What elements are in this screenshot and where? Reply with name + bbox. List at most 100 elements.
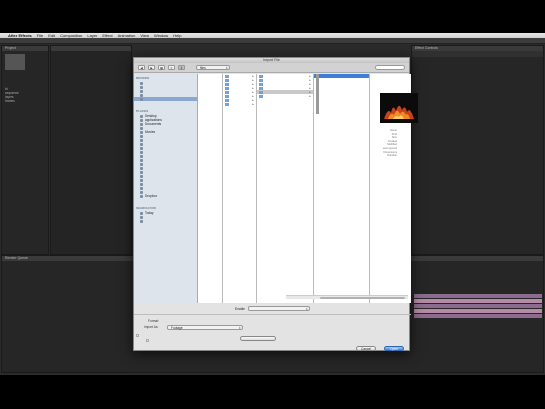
window-title <box>0 38 545 44</box>
folder-icon <box>140 174 143 178</box>
column-item[interactable] <box>198 174 222 178</box>
tab-render-queue[interactable]: Render Queue <box>5 256 28 261</box>
clock-icon <box>140 219 143 223</box>
fire-icon <box>380 93 418 123</box>
checkbox[interactable] <box>136 333 139 337</box>
horizontal-scrollbar[interactable] <box>286 295 408 299</box>
sequence-checkbox[interactable] <box>136 333 141 337</box>
folder-icon <box>140 146 143 150</box>
sidebar-item-selected[interactable] <box>134 97 197 101</box>
drive-icon <box>140 81 143 85</box>
folder-icon <box>140 166 143 170</box>
file-icon <box>316 98 319 102</box>
enable-row: Enable <box>134 303 411 314</box>
icon-view-button[interactable]: ▦ <box>158 65 165 70</box>
file-icon <box>316 74 319 78</box>
file-icon <box>316 82 319 86</box>
folder-icon <box>140 162 143 166</box>
forward-button[interactable]: ▶ <box>148 65 155 70</box>
folder-icon <box>140 142 143 146</box>
effect-row[interactable] <box>412 77 543 81</box>
file-preview-pane: Name Kind Size Created Modified Last ope… <box>370 74 418 303</box>
import-as-label: Import As: <box>144 325 159 329</box>
file-icon <box>316 78 319 82</box>
drive-icon <box>140 93 143 97</box>
finder-column-2: ▸ ▸ ▸ ▸ ▸ ▸ ▸ ▸ <box>223 74 257 303</box>
folder-icon <box>140 130 143 134</box>
folder-icon <box>140 118 143 122</box>
letterbox-bottom <box>0 375 545 409</box>
project-panel-columns <box>50 45 132 255</box>
layer-bar[interactable] <box>414 304 542 308</box>
folder-icon <box>140 138 143 142</box>
import-folder-button[interactable] <box>240 336 276 341</box>
preview-thumbnail <box>380 93 418 123</box>
format-label: Format: <box>148 319 159 323</box>
folder-icon <box>259 74 263 78</box>
search-input[interactable] <box>375 65 405 70</box>
enable-label: Enable <box>235 306 245 311</box>
sidebar-heading: SEARCH FOR <box>136 206 156 210</box>
sidebar-item[interactable] <box>134 219 197 223</box>
import-options: Format: Import As: Footage Cancel Open <box>134 314 411 352</box>
clock-icon <box>140 211 143 215</box>
folder-icon <box>140 150 143 154</box>
folder-icon <box>140 178 143 182</box>
folder-icon <box>225 94 229 98</box>
scroll-thumb[interactable] <box>320 297 405 299</box>
folder-icon <box>259 86 263 90</box>
folder-icon <box>225 98 229 102</box>
import-as-dropdown[interactable]: Footage <box>167 325 243 330</box>
column-view-button[interactable]: ⫼ <box>178 65 185 70</box>
cancel-button[interactable]: Cancel <box>356 346 376 351</box>
layer-bar[interactable] <box>414 309 542 313</box>
file-browser: DEVICES PLACES Desktop applications Docu… <box>134 74 418 303</box>
folder-icon <box>225 74 229 78</box>
project-row[interactable] <box>2 111 48 115</box>
folder-icon <box>225 90 229 94</box>
sidebar-item[interactable]: Dropbox <box>134 194 197 198</box>
drive-icon <box>140 85 143 89</box>
project-thumbnail <box>5 54 25 70</box>
folder-icon <box>140 182 143 186</box>
tab-project[interactable]: Project <box>5 46 16 51</box>
file-icon <box>316 106 319 110</box>
column-item[interactable]: ▸ <box>223 102 256 106</box>
checkbox[interactable] <box>146 338 149 342</box>
folder-icon <box>259 94 263 98</box>
file-info: Name Kind Size Created Modified Last ope… <box>382 129 397 158</box>
folder-icon <box>259 78 263 82</box>
folder-icon <box>140 170 143 174</box>
drive-icon <box>140 89 143 93</box>
folder-icon <box>140 126 143 130</box>
layer-bar[interactable] <box>414 314 542 318</box>
clock-icon <box>140 215 143 219</box>
sidebar-heading: PLACES <box>136 109 149 113</box>
back-button[interactable]: ◀ <box>138 65 145 70</box>
folder-icon <box>225 78 229 82</box>
force-order-checkbox[interactable] <box>146 338 151 342</box>
app-stage: After Effects File Edit Composition Laye… <box>0 33 545 375</box>
folder-icon <box>140 190 143 194</box>
folder-icon <box>225 86 229 90</box>
list-view-button[interactable]: ≡ <box>168 65 175 70</box>
finder-column-3: ▸ ▸ ▸ ▸ ▸ ▸ <box>257 74 314 303</box>
folder-icon <box>140 154 143 158</box>
drive-icon <box>140 97 143 101</box>
open-button[interactable]: Open <box>384 346 404 351</box>
file-icon <box>316 102 319 106</box>
layer-bar[interactable] <box>414 299 542 303</box>
tab-effect-controls[interactable]: Effect Controls <box>415 46 438 51</box>
folder-icon <box>259 90 263 94</box>
column-item[interactable]: ▸ <box>257 94 313 98</box>
folder-icon <box>140 194 143 198</box>
layer-bar[interactable] <box>414 294 542 298</box>
path-dropdown[interactable]: files <box>196 65 230 70</box>
file-icon <box>316 90 319 94</box>
file-icon <box>316 94 319 98</box>
column-item[interactable] <box>314 110 369 114</box>
folder-icon <box>140 134 143 138</box>
project-panel: Project bt sequence layers frames <box>1 45 49 255</box>
enable-dropdown[interactable] <box>247 306 310 311</box>
folder-icon <box>140 186 143 190</box>
